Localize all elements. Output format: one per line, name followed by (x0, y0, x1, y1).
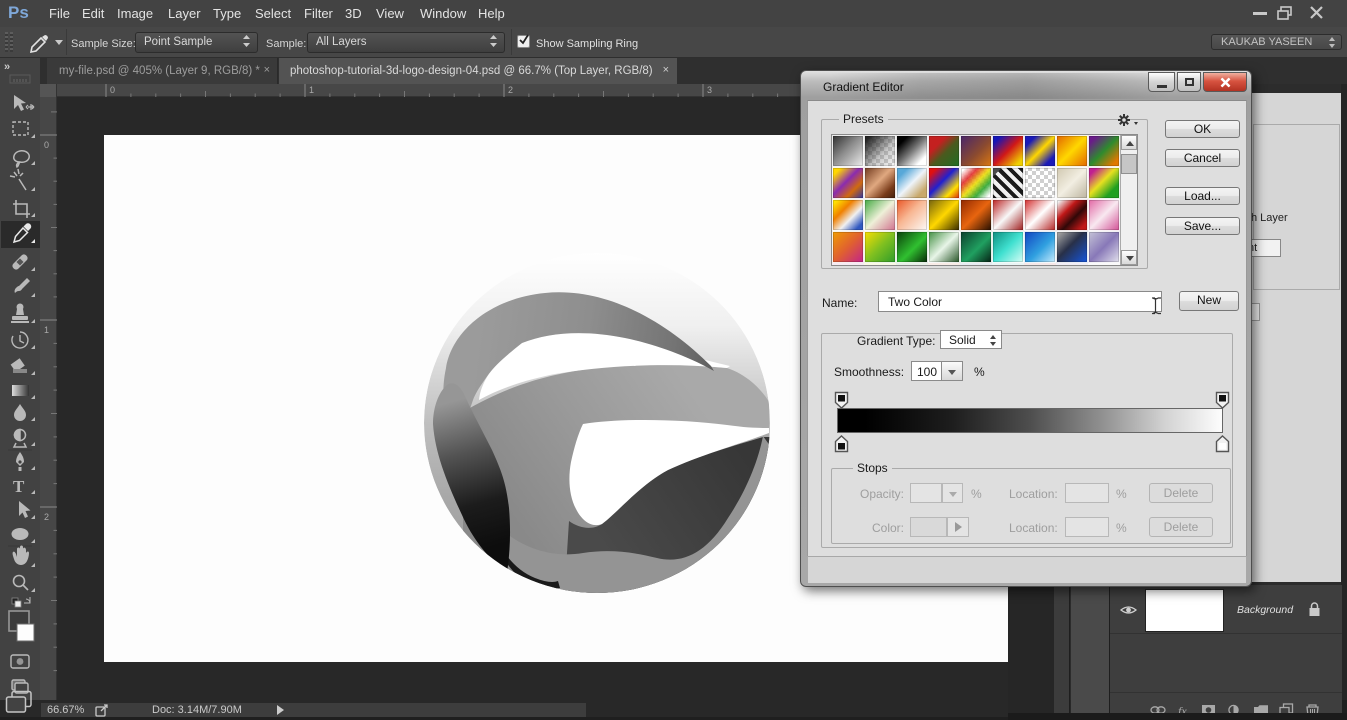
svg-text:2: 2 (44, 512, 49, 522)
svg-text:0: 0 (110, 85, 115, 95)
svg-text:T: T (13, 477, 25, 496)
svg-text:2: 2 (508, 85, 513, 95)
svg-text:3: 3 (707, 85, 712, 95)
svg-text:»: » (4, 61, 10, 73)
svg-text:1: 1 (44, 325, 49, 335)
svg-text:0: 0 (44, 140, 49, 150)
svg-text:1: 1 (309, 85, 314, 95)
